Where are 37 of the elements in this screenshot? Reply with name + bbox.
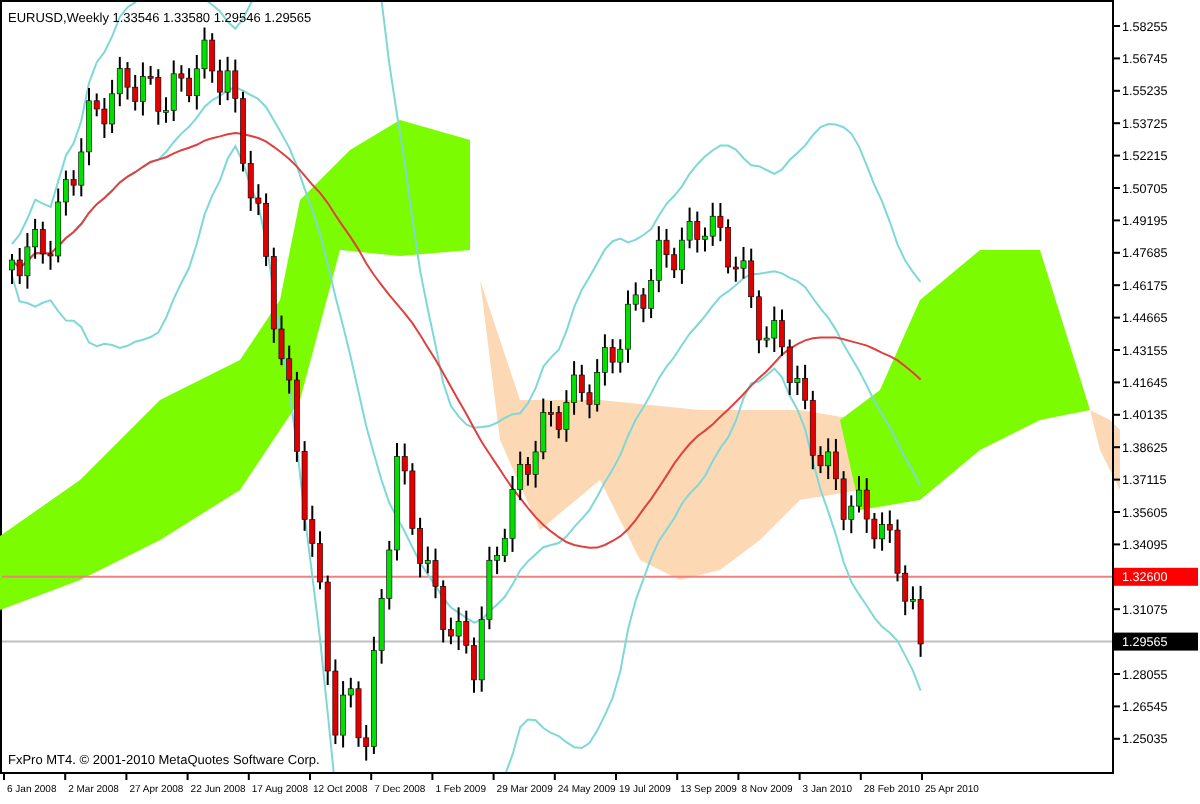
axis-tick — [64, 774, 67, 780]
axis-tick — [247, 774, 250, 780]
axis-tick — [1114, 251, 1120, 254]
axis-tick — [1114, 349, 1120, 351]
axis-tick — [1114, 673, 1120, 675]
axis-tick — [309, 774, 311, 780]
axis-tick — [859, 774, 862, 780]
axis-tick — [1114, 381, 1120, 384]
axis-tick — [1114, 89, 1120, 92]
axis-tick — [370, 774, 373, 780]
axis-tick — [1114, 446, 1120, 449]
axis-tick — [1114, 122, 1120, 125]
axis-tick — [3, 774, 5, 780]
axis-tick — [921, 774, 923, 780]
axis-tick — [1114, 608, 1120, 611]
axis-tick — [737, 774, 740, 780]
axis-tick — [1114, 57, 1120, 60]
axis-tick — [1114, 219, 1120, 222]
axis-tick — [431, 774, 434, 780]
axis-tick — [1114, 316, 1120, 319]
axis-tick — [798, 774, 801, 780]
axis-tick — [1114, 284, 1120, 287]
axis-tick — [1114, 705, 1120, 708]
axis-tick — [1114, 543, 1120, 546]
axis-tick — [1114, 187, 1120, 189]
axis-tick — [492, 774, 495, 780]
axis-tick — [186, 774, 189, 780]
axis-tick — [1114, 413, 1120, 416]
axis-tick — [1114, 478, 1120, 481]
axis-tick — [125, 774, 128, 780]
axis-tick — [553, 774, 556, 780]
axis-tick — [1114, 511, 1120, 513]
axis-tick — [676, 774, 679, 780]
axis-tick — [1114, 737, 1120, 740]
axis-tick — [1114, 154, 1120, 157]
axis-tick — [615, 774, 617, 780]
axis-tick — [1114, 25, 1120, 27]
